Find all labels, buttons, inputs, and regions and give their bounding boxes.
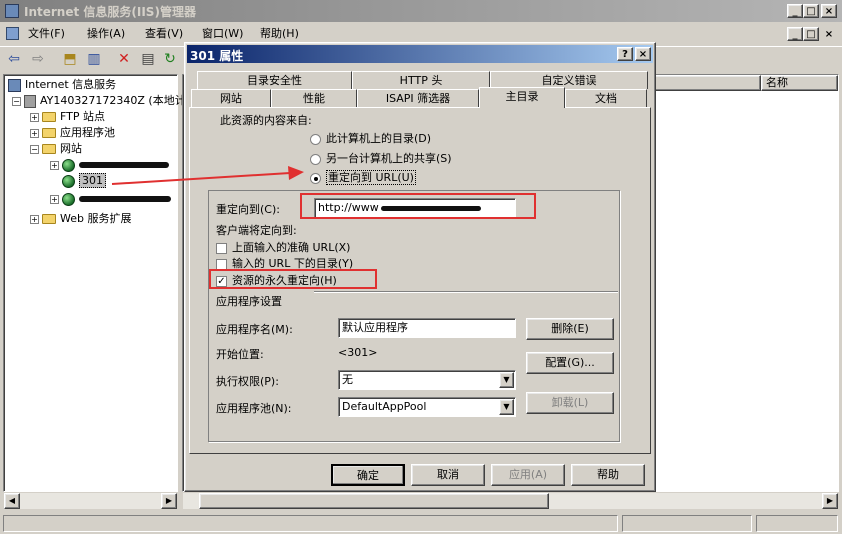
annotation-arrow: [111, 166, 304, 185]
tab-home-directory[interactable]: 主目录: [479, 87, 565, 108]
